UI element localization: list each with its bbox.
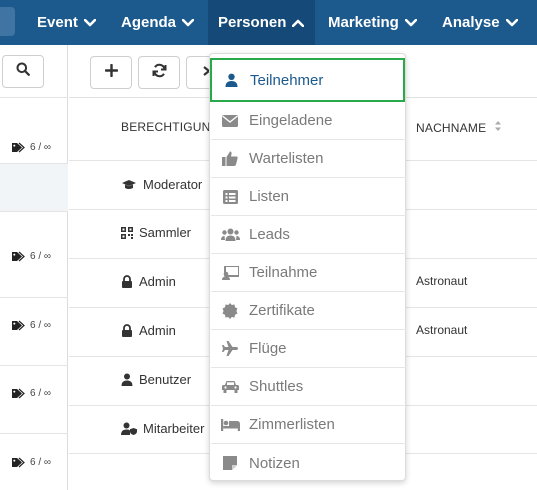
sticky-note-icon bbox=[211, 456, 249, 470]
nav-left-control[interactable] bbox=[0, 7, 15, 36]
menu-item-notizen[interactable]: Notizen bbox=[211, 444, 406, 482]
table-row[interactable]: Mitarbeiter bbox=[121, 421, 204, 436]
tags-icon bbox=[12, 251, 25, 262]
bed-icon bbox=[211, 418, 249, 431]
table-row[interactable]: Admin bbox=[121, 323, 176, 338]
table-row[interactable]: Admin bbox=[121, 274, 176, 289]
menu-item-zimmerlisten[interactable]: Zimmerlisten bbox=[211, 406, 406, 444]
tags-icon bbox=[12, 457, 25, 468]
menu-item-teilnehmer[interactable]: Teilnehmer bbox=[210, 58, 405, 102]
refresh-icon bbox=[152, 63, 167, 83]
search-icon bbox=[16, 62, 30, 81]
divider bbox=[0, 211, 68, 212]
plane-icon bbox=[211, 341, 249, 356]
nav-item-label: Marketing bbox=[328, 14, 399, 31]
divider bbox=[0, 365, 68, 366]
menu-item-eingeladene[interactable]: Eingeladene bbox=[211, 102, 406, 140]
nav-item-marketing[interactable]: Marketing bbox=[328, 0, 417, 45]
count-badge: 6 / ∞ bbox=[11, 320, 51, 331]
nav-item-agenda[interactable]: Agenda bbox=[121, 0, 195, 45]
left-panel: 6 / ∞ 6 / ∞ 6 / ∞ 6 / ∞ 6 / ∞ bbox=[0, 45, 68, 490]
tags-icon bbox=[12, 142, 25, 153]
divider bbox=[0, 297, 68, 298]
nav-item-label: Agenda bbox=[121, 14, 177, 31]
personen-dropdown-menu: Teilnehmer Eingeladene Wartelisten Liste… bbox=[209, 53, 406, 481]
plus-icon bbox=[104, 63, 118, 82]
tags-icon bbox=[12, 388, 25, 399]
nav-item-personen[interactable]: Personen bbox=[208, 0, 315, 45]
sort-icon bbox=[494, 120, 502, 135]
menu-item-wartelisten[interactable]: Wartelisten bbox=[211, 140, 406, 178]
cell-last-name: Astronaut bbox=[416, 274, 468, 288]
user-shield-icon bbox=[121, 422, 137, 435]
nav-item-label: Event bbox=[37, 14, 78, 31]
certificate-icon bbox=[211, 302, 249, 319]
column-header-nachname[interactable]: NACHNAME bbox=[416, 120, 502, 135]
qrcode-icon bbox=[121, 226, 133, 239]
divider bbox=[0, 97, 68, 98]
menu-item-teilnahme[interactable]: Teilnahme bbox=[211, 254, 406, 292]
menu-item-listen[interactable]: Listen bbox=[211, 178, 406, 216]
check-in-icon bbox=[211, 265, 249, 280]
menu-item-fluege[interactable]: Flüge bbox=[211, 330, 406, 368]
list-icon bbox=[211, 189, 249, 204]
refresh-button[interactable] bbox=[138, 56, 180, 89]
add-button[interactable] bbox=[90, 56, 132, 89]
top-navigation: Event Agenda Personen Marketing Analyse bbox=[0, 0, 537, 45]
tags-icon bbox=[12, 320, 25, 331]
chevron-down-icon bbox=[83, 18, 96, 27]
chevron-down-icon bbox=[505, 18, 518, 27]
count-badge: 6 / ∞ bbox=[11, 388, 51, 399]
table-row[interactable]: Benutzer bbox=[121, 372, 191, 387]
selected-row[interactable] bbox=[0, 164, 68, 211]
menu-item-leads[interactable]: Leads bbox=[211, 216, 406, 254]
count-badge: 6 / ∞ bbox=[11, 457, 51, 468]
cell-last-name: Astronaut bbox=[416, 323, 468, 337]
lock-icon bbox=[122, 275, 132, 288]
search-button[interactable] bbox=[2, 55, 44, 88]
count-badge: 6 / ∞ bbox=[11, 142, 51, 153]
menu-item-shuttles[interactable]: Shuttles bbox=[211, 368, 406, 406]
chevron-up-icon bbox=[292, 19, 305, 27]
nav-item-event[interactable]: Event bbox=[37, 0, 96, 45]
envelope-icon bbox=[211, 114, 249, 127]
user-icon bbox=[121, 373, 133, 386]
divider bbox=[0, 433, 68, 434]
nav-item-analyse[interactable]: Analyse bbox=[442, 0, 518, 45]
thumbs-up-icon bbox=[211, 151, 249, 166]
count-badge: 6 / ∞ bbox=[11, 251, 51, 262]
column-header-berechtigung[interactable]: BERECHTIGUN bbox=[121, 120, 211, 134]
divider bbox=[0, 163, 68, 164]
table-row[interactable]: Sammler bbox=[121, 225, 191, 240]
menu-item-zertifikate[interactable]: Zertifikate bbox=[211, 292, 406, 330]
graduation-cap-icon bbox=[122, 179, 136, 189]
lock-icon bbox=[122, 324, 132, 337]
users-icon bbox=[211, 228, 249, 241]
nav-item-label: Personen bbox=[218, 14, 287, 31]
nav-item-label: Analyse bbox=[442, 14, 500, 31]
user-icon bbox=[212, 73, 250, 87]
car-icon bbox=[211, 380, 249, 393]
chevron-down-icon bbox=[404, 18, 417, 27]
chevron-down-icon bbox=[182, 18, 195, 27]
table-row[interactable]: Moderator bbox=[121, 177, 202, 192]
